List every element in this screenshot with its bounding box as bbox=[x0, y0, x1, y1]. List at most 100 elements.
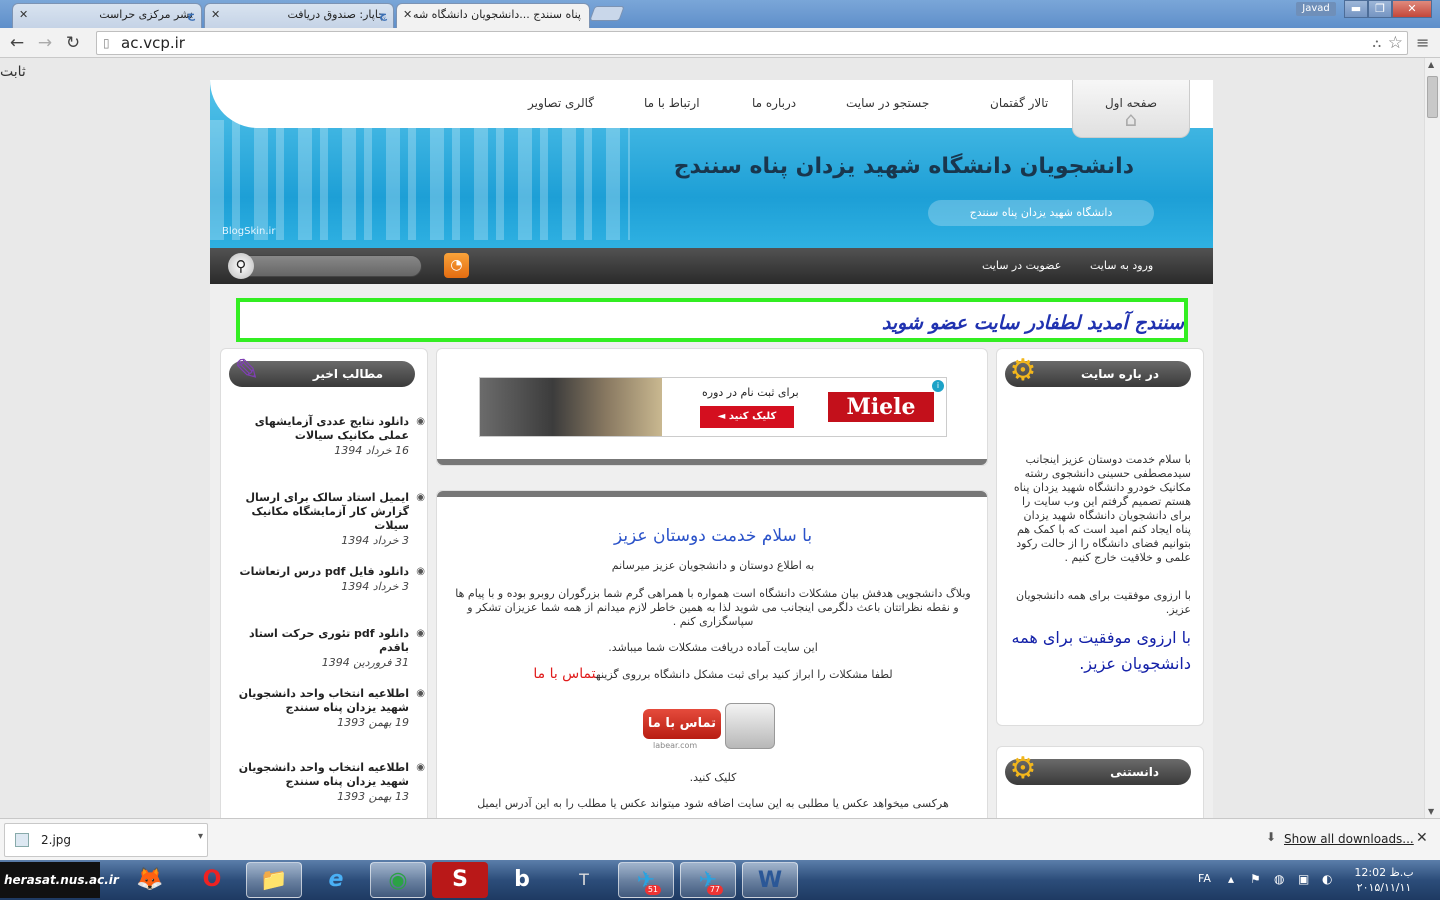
download-item[interactable]: 2.jpg ▾ bbox=[4, 823, 208, 857]
tab-herasat[interactable]: ✕ نشر مرکزی حراست ج bbox=[12, 3, 202, 28]
close-window-icon[interactable]: ✕ bbox=[1392, 0, 1432, 18]
today-date: امروز : چهارشنبه ۲۷ آبان ۱۳۹۴ bbox=[266, 108, 419, 119]
app-b-icon[interactable]: b bbox=[494, 862, 550, 898]
tray-expand-icon[interactable]: ▴ bbox=[1228, 872, 1234, 886]
button-source: labear.com bbox=[653, 741, 698, 750]
explorer-icon[interactable]: 📁 bbox=[246, 862, 302, 898]
register-link[interactable]: عضویت در سایت bbox=[982, 259, 1061, 272]
clock-time: 12:02 ب.ظ bbox=[1354, 866, 1414, 879]
tab-label: نشر مرکزی حراست bbox=[99, 8, 193, 21]
list-item[interactable]: ایمیل استاد سالک برای ارسال گزارش کار آز… bbox=[235, 491, 425, 547]
ad-box: برای ثبت نام در دوره کلیک کنید ◄ Miele i bbox=[436, 348, 988, 466]
list-item[interactable]: اطلاعیه انتخاب واحد دانشجویان شهید یزدان… bbox=[235, 687, 425, 729]
post-title[interactable]: دانلود نتایج عددی آزمایشهای عملی مکانیک … bbox=[235, 415, 425, 443]
list-item[interactable]: دانلود نتایج عددی آزمایشهای عملی مکانیک … bbox=[235, 415, 425, 457]
gear-icon: ⚙ bbox=[1009, 353, 1037, 388]
firefox-icon[interactable]: 🦊 bbox=[122, 862, 178, 898]
pen-paper-icon: ✎ bbox=[234, 353, 260, 388]
ad-info-icon[interactable]: i bbox=[932, 380, 944, 392]
vertical-scrollbar[interactable]: ▲ ▼ bbox=[1424, 58, 1440, 818]
post-title[interactable]: ایمیل استاد سالک برای ارسال گزارش کار آز… bbox=[235, 491, 425, 533]
tray-app-icon[interactable]: ◍ bbox=[1274, 872, 1284, 886]
show-all-downloads-link[interactable]: Show all downloads... bbox=[1284, 832, 1414, 846]
welcome-marquee: سنندج آمدید لطفادر سایت عضو شوید bbox=[236, 298, 1188, 342]
post-title[interactable]: اطلاعیه انتخاب واحد دانشجویان شهید یزدان… bbox=[235, 687, 425, 715]
search-icon[interactable]: ⚲ bbox=[228, 253, 254, 279]
back-icon[interactable]: ← bbox=[6, 32, 28, 54]
app-s-icon[interactable]: S bbox=[432, 862, 488, 898]
miele-ad-banner[interactable]: برای ثبت نام در دوره کلیک کنید ◄ Miele i bbox=[479, 377, 947, 437]
post-title[interactable]: دانلود pdf تئوری حرکت استاد باقدم bbox=[235, 627, 425, 655]
site-search-input[interactable] bbox=[232, 255, 422, 277]
nav-contact[interactable]: ارتباط با ما bbox=[644, 96, 700, 110]
telegram-icon[interactable]: ✈ 51 bbox=[618, 862, 674, 898]
contact-inline-link[interactable]: تماس با ما bbox=[533, 666, 596, 682]
start-button[interactable]: herasat.nus.ac.ir bbox=[0, 862, 119, 898]
post-date: 16 خرداد 1394 bbox=[334, 444, 409, 457]
list-item[interactable]: اطلاعیه انتخاب واحد دانشجویان شهید یزدان… bbox=[235, 761, 425, 803]
menu-icon[interactable]: ≡ bbox=[1416, 33, 1429, 52]
maximize-icon[interactable]: ❐ bbox=[1368, 0, 1392, 18]
chrome-icon[interactable]: ◉ bbox=[370, 862, 426, 898]
bookmark-star-icon[interactable]: ☆ bbox=[1388, 32, 1403, 54]
post-title[interactable]: اطلاعیه انتخاب واحد دانشجویان شهید یزدان… bbox=[235, 761, 425, 789]
image-file-icon bbox=[15, 833, 29, 847]
post-paragraph: به اطلاع دوستان و دانشجویان عزیز میرسانم bbox=[611, 559, 815, 572]
mailbox-icon bbox=[725, 703, 775, 749]
download-menu-icon[interactable]: ▾ bbox=[198, 831, 203, 842]
list-item[interactable]: دانلود pdf تئوری حرکت استاد باقدم 31 فرو… bbox=[235, 627, 425, 669]
scroll-up-icon[interactable]: ▲ bbox=[1428, 60, 1434, 69]
unread-badge: 77 bbox=[706, 885, 723, 895]
skin-credit[interactable]: BlogSkin.ir bbox=[222, 226, 275, 237]
post-title[interactable]: دانلود فایل pdf درس ارتعاشات bbox=[235, 565, 425, 579]
profile-name[interactable]: Javad bbox=[1296, 2, 1336, 16]
login-link[interactable]: ورود به سایت bbox=[1090, 259, 1153, 272]
tab-chapar[interactable]: ✕ چاپار: صندوق دریافت چ bbox=[204, 3, 394, 28]
telegram-icon[interactable]: ✈ 77 bbox=[680, 862, 736, 898]
scroll-down-icon[interactable]: ▼ bbox=[1428, 807, 1434, 816]
tray-flag-icon[interactable]: ⚑ bbox=[1250, 872, 1261, 886]
nav-forum[interactable]: تالار گفتمان bbox=[990, 96, 1048, 110]
ie-icon[interactable]: e bbox=[308, 862, 364, 898]
tab-label: چاپار: صندوق دریافت bbox=[287, 8, 385, 21]
tab-close-icon[interactable]: ✕ bbox=[19, 4, 28, 26]
tab-active-site[interactable]: ✕ پناه سنندج ...دانشجویان دانشگاه شه bbox=[396, 3, 590, 29]
scrollbar-thumb[interactable] bbox=[1427, 76, 1438, 118]
app-t-icon[interactable]: T bbox=[556, 862, 612, 898]
nav-search[interactable]: جستجو در سایت bbox=[846, 96, 929, 110]
translate-icon[interactable]: ⛬ bbox=[1373, 32, 1381, 54]
tab-close-icon[interactable]: ✕ bbox=[403, 4, 412, 26]
city-skyline-decoration bbox=[210, 120, 630, 240]
forward-icon[interactable]: → bbox=[34, 32, 56, 54]
list-item[interactable]: دانلود فایل pdf درس ارتعاشات 3 خرداد 139… bbox=[235, 565, 425, 593]
nav-about[interactable]: درباره ما bbox=[752, 96, 796, 110]
post-paragraph: وبلاگ دانشجویی هدفش بیان مشکلات دانشگاه … bbox=[455, 587, 971, 628]
about-header: در باره سایت ⚙ bbox=[1005, 353, 1191, 388]
system-clock[interactable]: 12:02 ب.ظ ۲۰۱۵/۱۱/۱۱ bbox=[1352, 865, 1416, 895]
minimize-icon[interactable]: ▬ bbox=[1344, 0, 1368, 18]
nav-gallery[interactable]: گالری تصاویر bbox=[528, 96, 594, 110]
site-title[interactable]: دانشجویان دانشگاه شهید یزدان پناه سنندج bbox=[670, 154, 1134, 179]
network-icon[interactable]: ▣ bbox=[1298, 872, 1309, 886]
close-downloads-icon[interactable]: ✕ bbox=[1416, 830, 1428, 846]
nav-home-tab[interactable]: صفحه اول ⌂ bbox=[1072, 80, 1190, 138]
address-bar[interactable]: ▯ ac.vcp.ir ⛬ ☆ bbox=[96, 31, 1408, 55]
download-arrow-icon: ⬇ bbox=[1266, 830, 1277, 844]
opera-icon[interactable]: O bbox=[184, 862, 240, 898]
word-icon[interactable]: W bbox=[742, 862, 798, 898]
new-tab-button[interactable] bbox=[589, 6, 625, 21]
reload-icon[interactable]: ↻ bbox=[62, 32, 84, 54]
url-text: ac.vcp.ir bbox=[121, 34, 185, 52]
post-date: 19 بهمن 1393 bbox=[337, 716, 409, 729]
ad-click-button[interactable]: کلیک کنید ◄ bbox=[700, 406, 794, 428]
rss-icon[interactable]: ◔ bbox=[444, 253, 469, 278]
language-indicator[interactable]: FA bbox=[1198, 872, 1211, 885]
gear-icon: ⚙ bbox=[1009, 751, 1037, 786]
tab-favicon-icon: ج bbox=[187, 8, 195, 21]
page-viewport: ثابت صفحه اول ⌂ تالار گفتمان جستجو در سا… bbox=[0, 58, 1424, 818]
contact-us-button[interactable]: تماس با ما labear.com bbox=[643, 703, 779, 751]
volume-icon[interactable]: ◐ bbox=[1322, 872, 1332, 886]
main-post: با سلام خدمت دوستان عزیز به اطلاع دوستان… bbox=[436, 490, 988, 818]
tab-close-icon[interactable]: ✕ bbox=[211, 4, 220, 26]
about-wish: با ارزوی موفقیت برای همه دانشجویان عزیز. bbox=[1011, 628, 1191, 673]
